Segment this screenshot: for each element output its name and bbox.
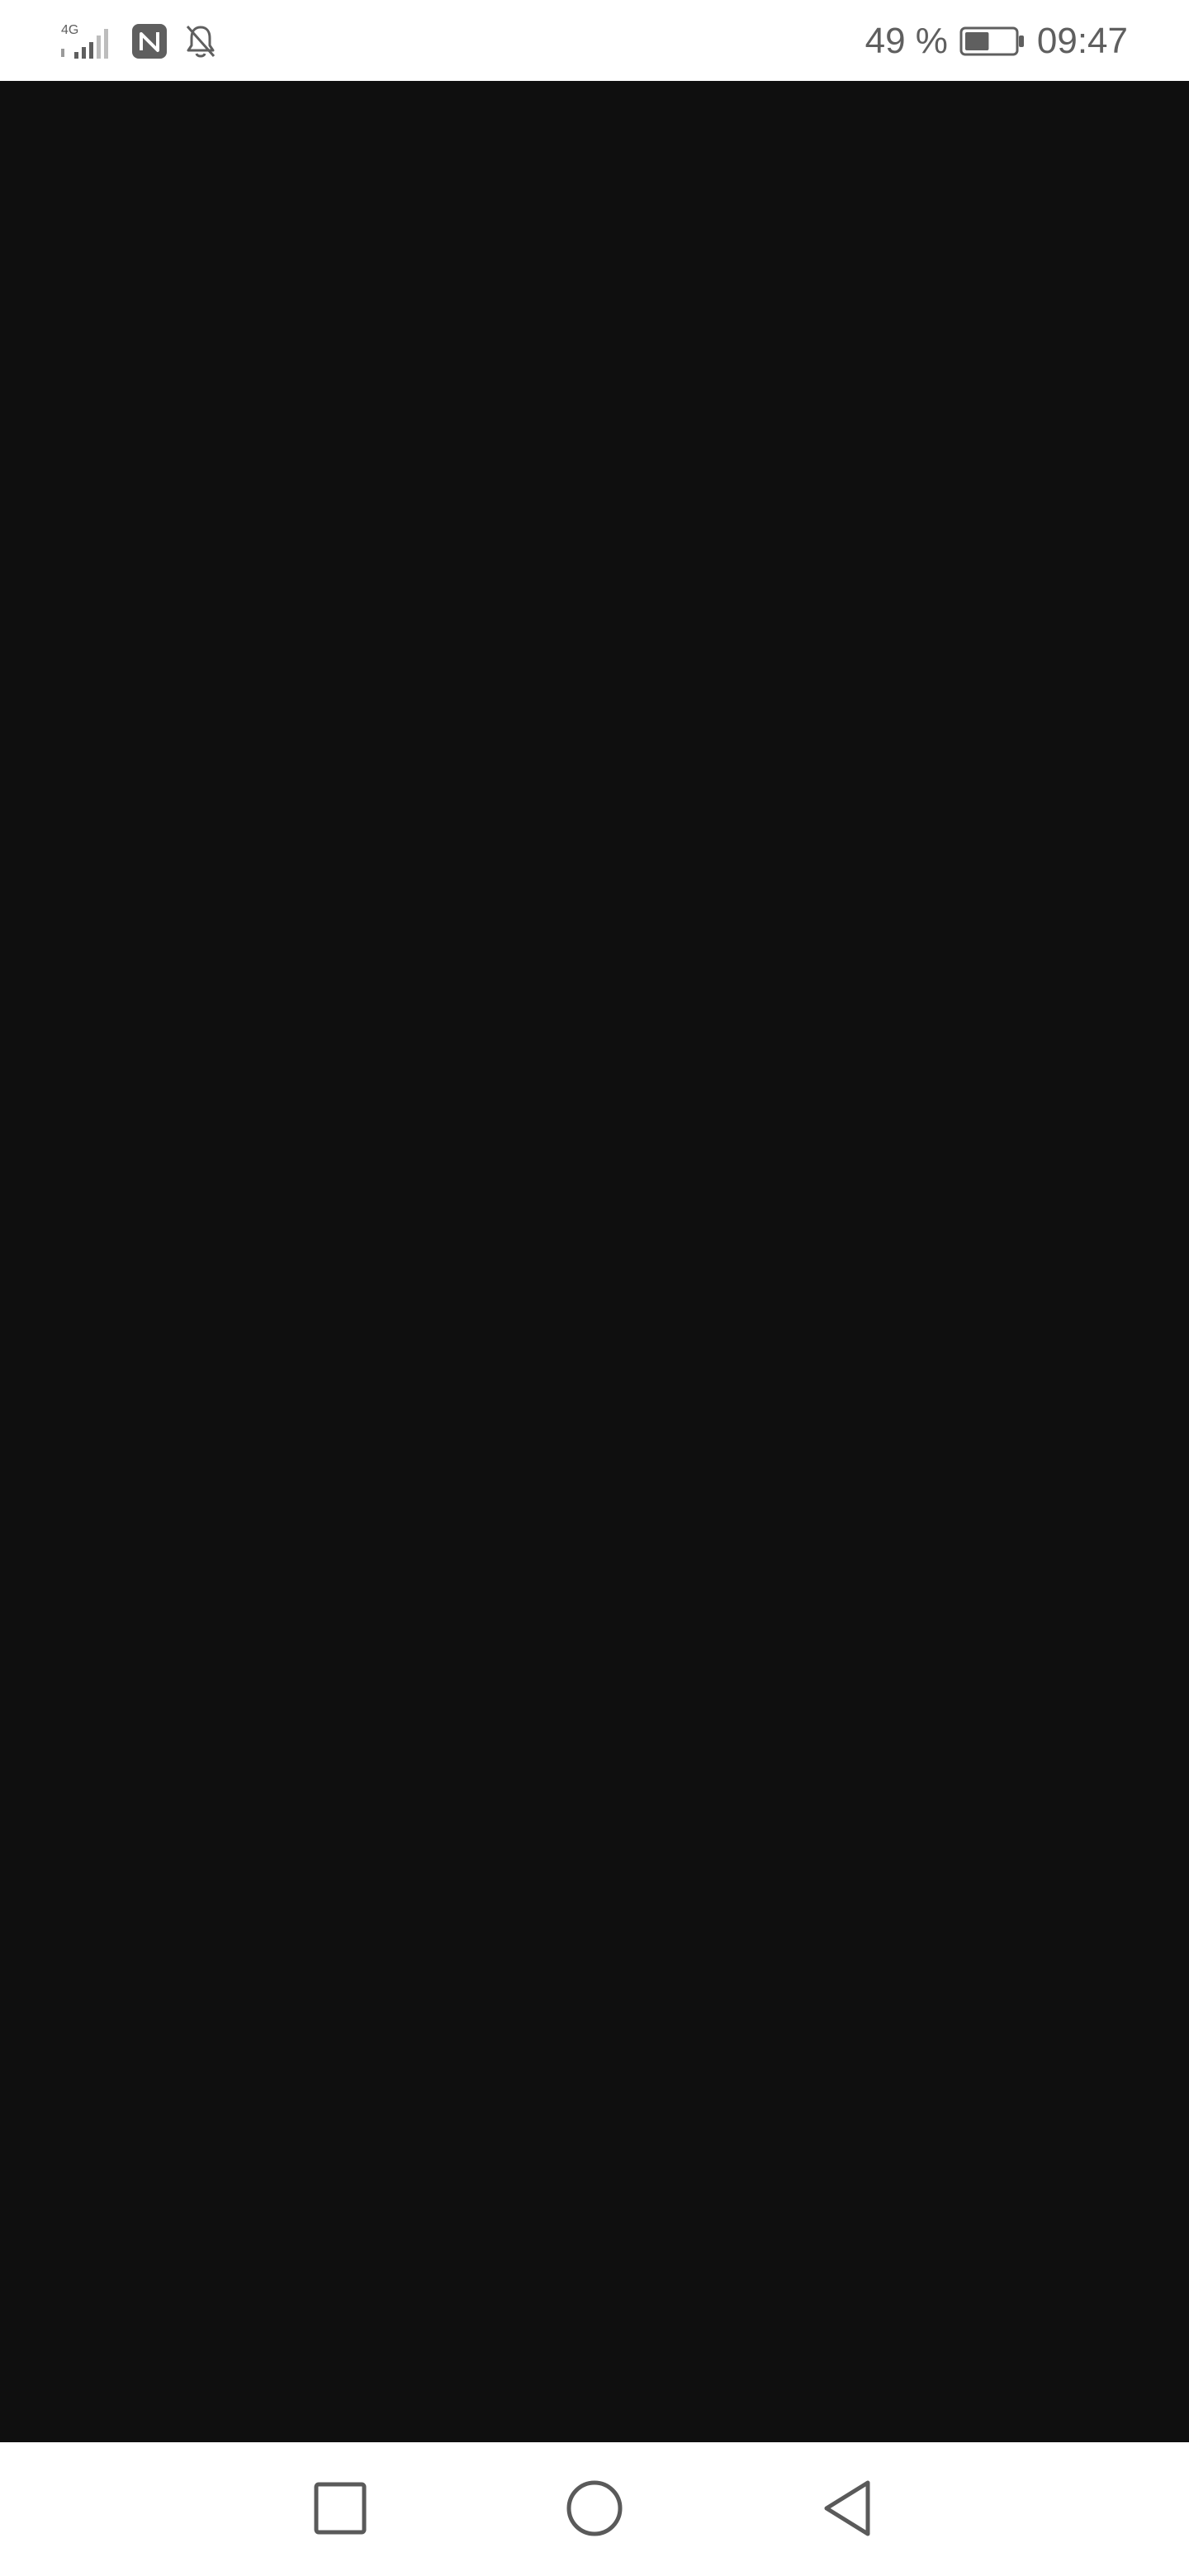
status-right-group: 49 % 09:47 [865,18,1128,64]
phone-screen: 4G 49 % 09:47 [0,0,1189,2576]
bell-off-icon [183,22,218,60]
home-button[interactable] [553,2467,636,2550]
recent-apps-icon [313,2481,367,2536]
signal-icon: 4G [58,21,116,62]
back-icon [820,2479,874,2538]
status-bar: 4G 49 % 09:47 [0,0,1189,81]
clock: 09:47 [1036,21,1128,61]
nfc-icon [130,22,168,60]
status-left-group: 4G [58,18,218,64]
network-type-label: 4G [61,23,78,37]
battery-icon [959,25,1026,58]
back-button[interactable] [806,2467,888,2550]
navigation-bar [0,2442,1189,2576]
battery-percent: 49 % [865,21,948,61]
home-icon [565,2479,624,2538]
recent-apps-button[interactable] [299,2467,381,2550]
app-content-area[interactable] [0,81,1189,2442]
